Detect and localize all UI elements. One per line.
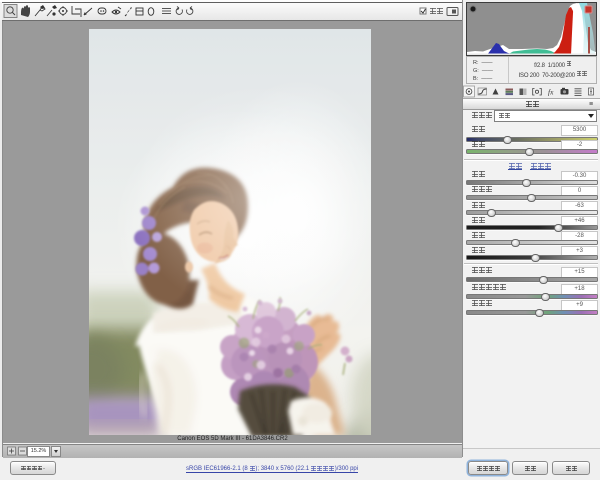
svg-text:fx: fx	[548, 88, 554, 97]
